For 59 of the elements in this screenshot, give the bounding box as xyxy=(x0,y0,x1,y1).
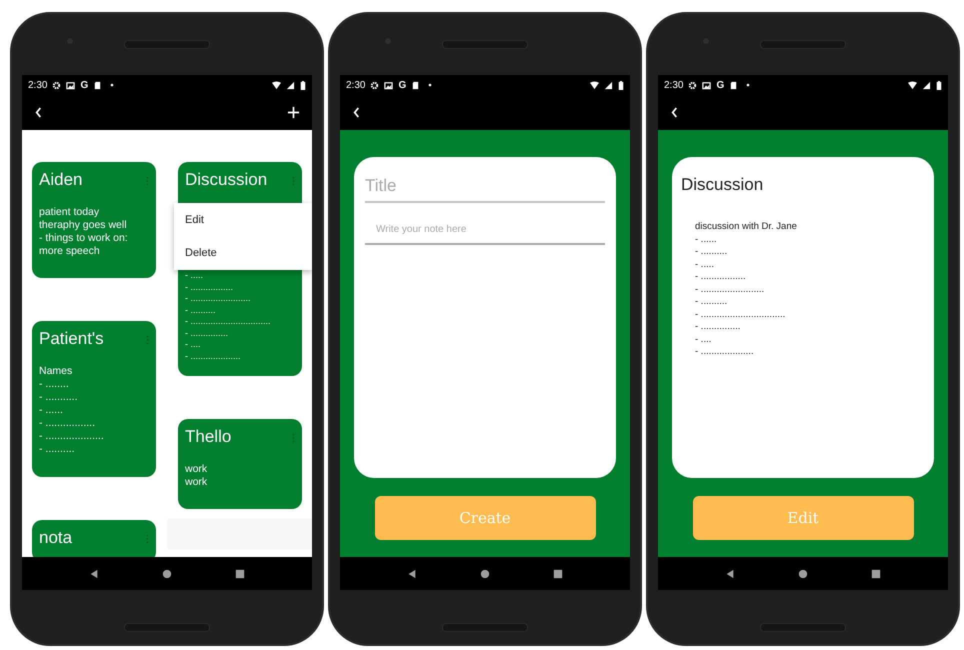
sd-card-icon xyxy=(411,80,420,90)
signal-icon xyxy=(286,80,295,90)
note-card[interactable]: Aiden patient today theraphy goes well - things to work on: more speech xyxy=(32,162,156,278)
battery-icon xyxy=(936,80,942,90)
image-icon xyxy=(66,80,76,90)
gear-icon xyxy=(52,80,62,90)
home-icon[interactable] xyxy=(162,568,172,578)
wifi-icon xyxy=(908,80,917,90)
recents-icon[interactable] xyxy=(234,568,245,578)
note-title: Thello xyxy=(185,427,232,447)
back-icon[interactable] xyxy=(670,106,679,119)
add-icon[interactable] xyxy=(287,106,300,119)
note-title: nota xyxy=(39,528,72,548)
home-icon[interactable] xyxy=(480,568,490,578)
note-card[interactable]: Thello work work xyxy=(178,419,302,509)
signal-icon xyxy=(922,80,931,90)
note-field[interactable]: Write your note here xyxy=(365,215,605,245)
battery-icon xyxy=(618,80,624,90)
back-icon[interactable] xyxy=(725,568,736,578)
status-letter: G xyxy=(80,80,88,90)
note-card[interactable]: nota xyxy=(32,520,156,557)
back-icon[interactable] xyxy=(352,106,361,119)
sd-card-icon xyxy=(93,80,102,90)
signal-icon xyxy=(604,80,613,90)
gear-icon xyxy=(370,80,380,90)
note-text: - ..... - ................. - ........................ - .......... - ................................ - ............... - .... - .................... xyxy=(185,270,272,362)
wifi-icon xyxy=(272,80,281,90)
menu-item[interactable]: Edit xyxy=(185,214,301,226)
note-title: Discussion xyxy=(681,175,764,195)
title-field[interactable]: Title xyxy=(365,171,605,203)
note-card[interactable]: Patient's Names - ........ - ........... - ...... - ................. - .................... - .......... xyxy=(32,321,156,477)
back-icon[interactable] xyxy=(89,568,100,578)
battery-icon xyxy=(300,80,306,90)
note-text: patient today theraphy goes well - things to work on: more speech xyxy=(39,206,129,258)
wifi-icon xyxy=(590,80,599,90)
sd-card-icon xyxy=(729,80,738,90)
home-icon[interactable] xyxy=(798,568,808,578)
note-text: Names - ........ - ........... - ...... - ................. - .................... - .......... xyxy=(39,365,105,456)
image-icon xyxy=(384,80,394,90)
status-time: 2:30 xyxy=(28,80,48,90)
note-title: Discussion xyxy=(185,170,268,190)
status-time: 2:30 xyxy=(664,80,684,90)
note-text: work work xyxy=(185,463,208,489)
notification-dot-icon xyxy=(110,83,114,87)
recents-icon[interactable] xyxy=(870,568,881,578)
back-icon[interactable] xyxy=(34,106,43,119)
notification-dot-icon xyxy=(428,83,432,87)
recents-icon[interactable] xyxy=(552,568,563,578)
back-icon[interactable] xyxy=(407,568,418,578)
status-letter: G xyxy=(716,80,724,90)
image-icon xyxy=(702,80,712,90)
menu-item[interactable]: Delete xyxy=(185,247,301,260)
gear-icon xyxy=(688,80,698,90)
status-letter: G xyxy=(398,80,406,90)
note-title: Patient's xyxy=(39,329,104,349)
note-text: discussion with Dr. Jane - ...... - .......... - ..... - ................. - ........................ - .......... - ................................ - ............... - .... - .................... xyxy=(695,221,798,358)
status-time: 2:30 xyxy=(346,80,366,90)
notification-dot-icon xyxy=(746,83,750,87)
note-title: Aiden xyxy=(39,170,82,190)
